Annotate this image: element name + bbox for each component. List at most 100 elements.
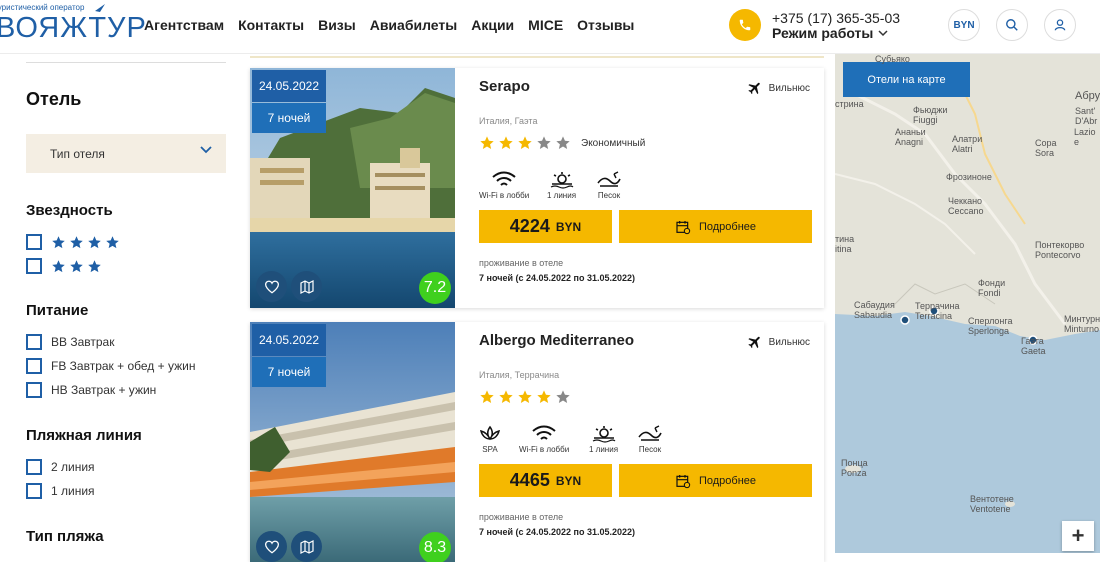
star-icon — [480, 136, 494, 149]
star-icon — [88, 235, 101, 248]
show-on-map-button[interactable] — [291, 271, 322, 302]
checkbox[interactable] — [26, 334, 42, 350]
hotel-type-select-value: Тип отеля — [50, 146, 105, 161]
hotel-photo[interactable]: 24.05.2022 7 ночей 8.3 — [250, 322, 455, 562]
food-option-bb[interactable]: BB Завтрак — [26, 334, 114, 350]
stay-label: проживание в отеле — [479, 258, 564, 268]
star-icon — [499, 136, 513, 149]
beach-line-icon — [592, 426, 615, 443]
spa-icon — [479, 425, 501, 441]
account-button[interactable] — [1044, 9, 1076, 41]
amenity-label: SPA — [482, 445, 498, 454]
map-label: стрина — [835, 99, 864, 109]
map-label: Sant' D'Abr — [1075, 106, 1098, 126]
star-icon — [556, 136, 570, 149]
stars-filter-heading: Звездность — [26, 202, 113, 219]
site-header: туристический оператор ВОЯЖТУР Агентства… — [0, 0, 1100, 54]
hotel-category: Экономичный — [581, 137, 646, 149]
stars-option-4[interactable] — [26, 234, 120, 250]
hotels-map[interactable]: Отели на карте Субьяко стрина Фьюджи Fiug… — [835, 54, 1100, 553]
nav-agencies[interactable]: Агентствам — [144, 17, 224, 33]
hotel-type-select[interactable]: Тип отеля — [26, 134, 226, 173]
map-label: Фьюджи Fiuggi — [913, 105, 948, 125]
map-label: Фрозиноне — [946, 172, 992, 182]
stay-dates: 7 ночей (с 24.05.2022 по 31.05.2022) — [479, 273, 636, 283]
user-icon — [1054, 19, 1066, 31]
nav-flights[interactable]: Авиабилеты — [370, 17, 458, 33]
favorite-button[interactable] — [256, 271, 287, 302]
food-option-hb[interactable]: HB Завтрак + ужин — [26, 382, 156, 398]
rating-badge: 7.2 — [419, 272, 451, 304]
main-nav: Агентствам Контакты Визы Авиабилеты Акци… — [144, 17, 634, 33]
nav-reviews[interactable]: Отзывы — [577, 17, 634, 33]
checkbox[interactable] — [26, 483, 42, 499]
departure-city-label: Вильнюс — [768, 82, 810, 94]
price-button[interactable]: 4224 BYN — [479, 210, 612, 243]
nav-mice[interactable]: MICE — [528, 17, 563, 33]
star-icon — [88, 259, 101, 272]
zoom-in-button[interactable]: + — [1062, 521, 1094, 551]
wifi-icon — [532, 425, 556, 440]
star-icon — [70, 259, 83, 272]
checkbox[interactable] — [26, 234, 42, 250]
hotel-location: Италия, Гаэта — [479, 116, 538, 126]
checkbox[interactable] — [26, 382, 42, 398]
beach-line-option-2[interactable]: 2 линия — [26, 459, 95, 475]
work-hours-dropdown[interactable]: Режим работы — [772, 25, 888, 41]
map-label: Террачина Terracina — [915, 301, 960, 321]
hotel-photo[interactable]: 24.05.2022 7 ночей 7.2 — [250, 68, 455, 308]
nav-contacts[interactable]: Контакты — [238, 17, 304, 33]
amenity-sand: Песок — [596, 171, 622, 200]
beach-line-icon — [550, 172, 573, 189]
stars-option-3[interactable] — [26, 258, 102, 274]
stay-label: проживание в отеле — [479, 512, 564, 522]
previous-card-edge — [250, 54, 824, 58]
beach-line-option-1[interactable]: 1 линия — [26, 483, 95, 499]
food-option-label: BB Завтрак — [51, 335, 115, 349]
star-rating-3 — [51, 259, 102, 274]
star-icon — [52, 259, 65, 272]
amenity-wifi: Wi-Fi в лобби — [479, 171, 529, 200]
checkbox[interactable] — [26, 258, 42, 274]
favorite-button[interactable] — [256, 531, 287, 562]
hotel-card[interactable]: 24.05.2022 7 ночей 7.2 Serapo Вильнюс Ит… — [250, 68, 824, 308]
price-button[interactable]: 4465 BYN — [479, 464, 612, 497]
filter-sidebar: Отель Тип отеля Звездность Питание BB За… — [0, 54, 235, 553]
amenity-label: Wi-Fi в лобби — [519, 445, 570, 454]
hotel-name[interactable]: Albergo Mediterraneo — [479, 332, 634, 349]
hotel-name[interactable]: Serapo — [479, 78, 530, 95]
departure-date-badge: 24.05.2022 — [252, 324, 326, 356]
star-icon — [480, 390, 494, 403]
checkbox[interactable] — [26, 358, 42, 374]
map-label: Понца Ponza — [841, 458, 868, 478]
checkbox[interactable] — [26, 459, 42, 475]
hotel-card[interactable]: 24.05.2022 7 ночей 8.3 Albergo Mediterra… — [250, 322, 824, 562]
map-label: Сабаудия Sabaudia — [854, 300, 895, 320]
sand-icon — [638, 425, 662, 441]
site-logo[interactable]: ВОЯЖТУР — [0, 12, 147, 45]
details-button[interactable]: Подробнее — [619, 210, 812, 243]
amenity-label: Песок — [638, 445, 662, 454]
phone-button[interactable] — [729, 9, 761, 41]
details-button[interactable]: Подробнее — [619, 464, 812, 497]
nav-visas[interactable]: Визы — [318, 17, 356, 33]
nights-badge: 7 ночей — [252, 357, 326, 387]
price-currency: BYN — [555, 219, 582, 234]
nav-promotions[interactable]: Акции — [471, 17, 514, 33]
map-label: Lazio e — [1074, 127, 1096, 147]
star-icon — [518, 390, 532, 403]
map-label: Чеккано Ceccano — [948, 196, 984, 216]
star-icon — [70, 235, 83, 248]
currency-switcher[interactable]: BYN — [948, 9, 980, 41]
phone-number[interactable]: +375 (17) 365-35-03 — [772, 10, 900, 26]
star-icon — [537, 136, 551, 149]
details-label: Подробнее — [698, 474, 757, 487]
star-icon — [556, 390, 570, 403]
search-button[interactable] — [996, 9, 1028, 41]
details-label: Подробнее — [698, 220, 757, 233]
hotels-on-map-button[interactable]: Отели на карте — [843, 62, 970, 97]
food-option-fb[interactable]: FB Завтрак + обед + ужин — [26, 358, 195, 374]
amenity-label: Wi-Fi в лобби — [479, 191, 530, 200]
hotel-results: 24.05.2022 7 ночей 7.2 Serapo Вильнюс Ит… — [250, 54, 824, 562]
show-on-map-button[interactable] — [291, 531, 322, 562]
